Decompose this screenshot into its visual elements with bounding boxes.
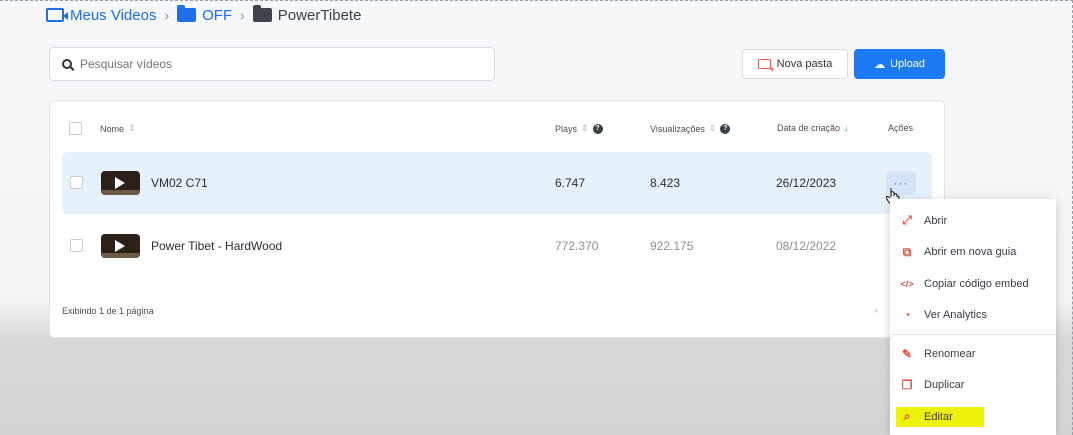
help-icon[interactable]: ?	[592, 123, 603, 134]
menu-item-rename[interactable]: ✎ Renomear	[890, 338, 1056, 370]
new-folder-icon	[757, 59, 775, 74]
new-folder-button[interactable]: Nova pasta	[742, 49, 848, 79]
video-created: 26/12/2023	[776, 176, 837, 190]
upload-label: Upload	[890, 58, 925, 70]
folder-icon	[252, 5, 272, 22]
sort-desc-icon: ↓	[844, 123, 849, 133]
video-views: 8.423	[650, 176, 681, 190]
menu-item-label: Duplicar	[924, 379, 965, 392]
column-header-created-label: Data de criação	[777, 123, 841, 133]
video-plays: 6.747	[555, 176, 586, 190]
menu-divider	[890, 334, 1056, 335]
analytics-icon: ◔	[903, 308, 911, 323]
column-header-views-label: Visualizações	[650, 123, 705, 134]
menu-item-label: Renomear	[924, 347, 976, 360]
menu-item-label: Editar	[924, 410, 953, 423]
sort-icon: ⇕	[128, 123, 136, 133]
menu-item-analytics[interactable]: ◔ Ver Analytics	[890, 300, 1056, 332]
column-header-actions-label: Ações	[888, 123, 914, 133]
menu-item-open[interactable]: ⤢ Abrir	[890, 205, 1056, 237]
video-thumbnail	[101, 171, 140, 195]
video-views: 922.175	[650, 239, 694, 253]
menu-item-label: Copiar código embed	[924, 277, 1029, 290]
upload-button[interactable]: ☁ Upload	[854, 49, 945, 79]
pagination-info: Exibindo 1 de 1 página	[62, 306, 154, 316]
menu-item-open-new-tab[interactable]: ⧉ Abrir em nova guia	[890, 237, 1056, 269]
prev-page-icon[interactable]: ‹	[875, 305, 878, 315]
app-frame: Meus Videos › OFF › PowerTibete Nova pas…	[0, 0, 1073, 435]
column-header-created[interactable]: Data de criação ↓	[777, 123, 849, 133]
external-link-icon: ⧉	[902, 244, 912, 259]
code-icon: </>	[900, 278, 914, 289]
sort-icon: ⇕	[581, 123, 589, 133]
row-checkbox[interactable]	[70, 176, 83, 189]
sort-icon: ⇕	[708, 123, 717, 133]
breadcrumb-folder-off-label: OFF	[202, 6, 233, 24]
menu-item-label: Ver Analytics	[924, 309, 987, 322]
expand-icon: ⤢	[902, 213, 912, 228]
help-icon[interactable]: ?	[720, 123, 731, 134]
cloud-upload-icon: ☁	[874, 58, 886, 71]
breadcrumb-current-label: PowerTibete	[277, 6, 362, 24]
breadcrumb-separator: ›	[240, 7, 245, 23]
duplicate-icon: ❐	[901, 378, 913, 393]
column-header-actions: Ações	[888, 123, 913, 133]
breadcrumb-folder-off[interactable]: OFF	[177, 5, 233, 24]
menu-item-label: Abrir	[924, 214, 948, 227]
context-menu: ⤢ Abrir ⧉ Abrir em nova guia </> Copiar …	[890, 199, 1056, 435]
search-icon	[62, 59, 72, 69]
breadcrumb-folder-current[interactable]: PowerTibete	[252, 5, 362, 24]
video-thumbnail	[101, 234, 140, 258]
table-header: Nome ⇕ Plays ⇕ ? Visualizações ⇕ ? Data …	[50, 101, 944, 153]
search-input[interactable]	[80, 57, 460, 71]
folder-icon	[177, 5, 197, 22]
breadcrumb-separator: ›	[164, 7, 170, 23]
column-header-name-label: Nome	[100, 123, 125, 134]
video-name[interactable]: VM02 C71	[151, 176, 208, 190]
menu-item-duplicate[interactable]: ❐ Duplicar	[890, 370, 1056, 402]
column-header-name[interactable]: Nome ⇕	[100, 123, 136, 134]
table-row[interactable]: Power Tibet - HardWood 772.370 922.175 0…	[62, 215, 932, 277]
column-header-views[interactable]: Visualizações ⇕ ?	[650, 123, 731, 134]
row-checkbox[interactable]	[70, 239, 83, 252]
new-folder-label: Nova pasta	[776, 58, 833, 70]
edit-icon: ⌕	[903, 409, 911, 424]
breadcrumb-root[interactable]: Meus Videos	[46, 7, 156, 24]
breadcrumb: Meus Videos › OFF › PowerTibete	[46, 4, 361, 26]
video-library-icon	[46, 8, 68, 22]
column-header-plays-label: Plays	[555, 123, 578, 134]
menu-item-edit[interactable]: ⌕ Editar	[890, 401, 1056, 433]
pencil-icon: ✎	[901, 346, 913, 361]
menu-item-copy-embed[interactable]: </> Copiar código embed	[890, 268, 1056, 300]
column-header-plays[interactable]: Plays ⇕ ?	[555, 123, 603, 134]
videos-table: Nome ⇕ Plays ⇕ ? Visualizações ⇕ ? Data …	[49, 100, 945, 338]
select-all-checkbox[interactable]	[69, 122, 82, 135]
breadcrumb-root-label: Meus Videos	[70, 6, 157, 24]
search-box[interactable]	[49, 47, 495, 81]
table-row[interactable]: VM02 C71 6.747 8.423 26/12/2023 ···	[62, 152, 932, 214]
menu-item-label: Abrir em nova guia	[924, 246, 1017, 259]
video-created: 08/12/2022	[776, 239, 837, 253]
video-name[interactable]: Power Tibet - HardWood	[151, 239, 282, 253]
video-plays: 772.370	[555, 239, 599, 253]
